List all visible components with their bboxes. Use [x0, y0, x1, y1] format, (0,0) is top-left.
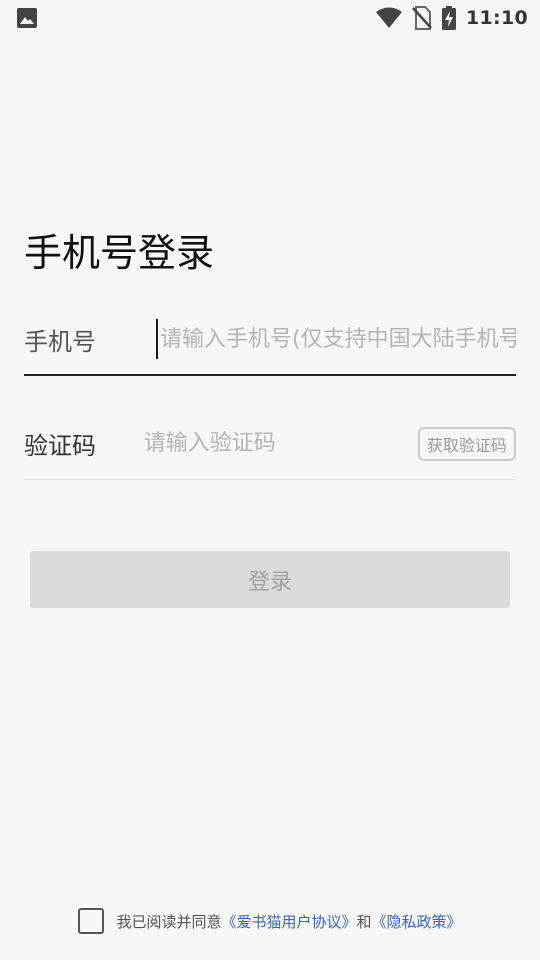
agreement-row: 我已阅读并同意 《爱书猫用户协议》 和 《隐私政策》	[0, 906, 540, 936]
agreement-prefix: 我已阅读并同意	[116, 912, 222, 931]
user-agreement-link[interactable]: 《爱书猫用户协议》	[221, 911, 356, 932]
agreement-and: 和	[356, 912, 372, 931]
no-sim-icon	[412, 6, 432, 30]
status-bar: 11:10	[0, 0, 540, 36]
phone-row: 手机号	[24, 304, 516, 376]
page-title: 手机号登录	[24, 231, 215, 275]
clock: 11:10	[466, 7, 528, 29]
agreement-checkbox[interactable]	[78, 908, 105, 934]
phone-input[interactable]	[156, 319, 516, 359]
image-icon	[16, 7, 38, 29]
privacy-policy-link[interactable]: 《隐私政策》	[372, 911, 462, 932]
phone-label: 手机号	[24, 327, 96, 356]
get-code-button[interactable]: 获取验证码	[417, 426, 516, 461]
wifi-icon	[376, 7, 403, 29]
battery-charging-icon	[442, 6, 457, 30]
code-row: 验证码 获取验证码	[24, 408, 516, 480]
login-button[interactable]: 登录	[30, 551, 510, 608]
code-input[interactable]	[143, 423, 418, 464]
code-label: 验证码	[24, 432, 96, 460]
